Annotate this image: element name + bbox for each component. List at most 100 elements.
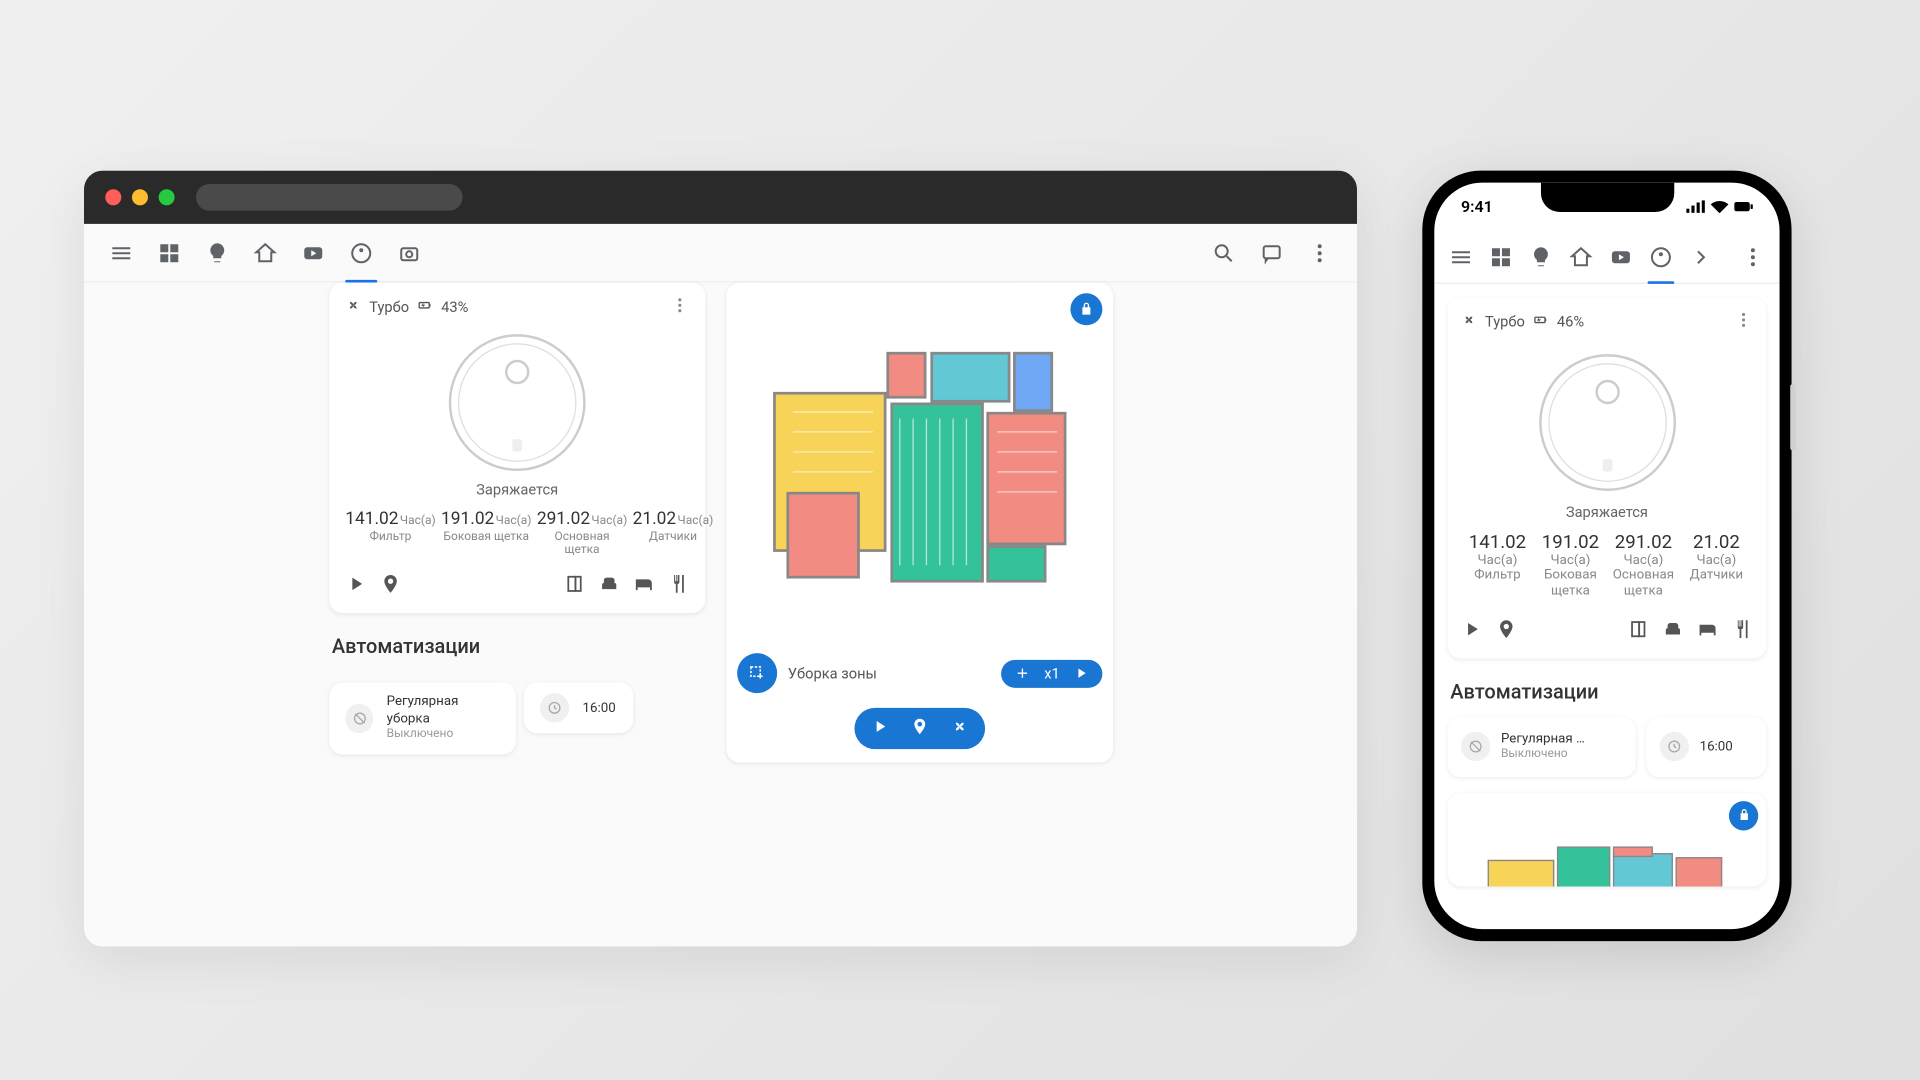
room-door-icon[interactable] — [564, 573, 585, 600]
minimize-window-button[interactable] — [132, 189, 148, 205]
automations-header: Автоматизации — [332, 635, 480, 659]
automation-title: Регулярная уборка — [387, 693, 500, 728]
zone-label: Уборка зоны — [788, 665, 991, 682]
locate-button[interactable] — [1496, 619, 1517, 646]
stat-sensors: 21.02Час(а)Датчики — [633, 509, 714, 557]
stat-filter: 141.02Час(а)Фильтр — [1461, 532, 1534, 600]
automation-regular-clean[interactable]: Регулярная …Выключено — [1448, 717, 1636, 777]
close-window-button[interactable] — [105, 189, 121, 205]
phone-top-nav — [1434, 231, 1779, 284]
status-time: 9:41 — [1461, 197, 1493, 216]
stat-main-brush: 291.02Час(а)Основная щетка — [537, 509, 627, 557]
top-nav — [84, 224, 1357, 283]
menu-icon[interactable] — [1442, 238, 1479, 275]
map-bottom-controls — [854, 708, 985, 749]
robot-illustration — [345, 329, 689, 476]
battery-percent: 46% — [1557, 313, 1584, 330]
video-icon[interactable] — [1602, 238, 1639, 275]
stat-filter: 141.02Час(а)Фильтр — [345, 509, 435, 557]
automation-title: 16:00 — [583, 699, 616, 716]
room-bed-icon[interactable] — [633, 573, 654, 600]
card-more-icon[interactable] — [670, 296, 689, 319]
battery-icon — [1734, 200, 1753, 213]
phone-frame: 9:41 Турбо 46% — [1422, 171, 1791, 941]
dashboard-icon[interactable] — [148, 231, 191, 274]
vacuum-mode: Турбо — [1485, 313, 1525, 330]
battery-icon — [1533, 312, 1549, 332]
zone-select-button[interactable] — [737, 653, 777, 693]
stat-main-brush: 291.02Час(а)Основная щетка — [1607, 532, 1680, 600]
zone-play-button[interactable] — [1073, 665, 1089, 681]
phone-content: Турбо 46% Заряжается 141.02Час(а)Фильтр … — [1434, 284, 1779, 929]
menu-icon[interactable] — [100, 231, 143, 274]
play-button[interactable] — [1461, 619, 1482, 646]
camera-icon[interactable] — [388, 231, 431, 274]
battery-percent: 43% — [441, 299, 468, 316]
vacuum-off-icon — [1461, 732, 1490, 761]
vacuum-card: Турбо 43% Заряжается 141.02Час(а)Фильтр … — [329, 283, 705, 614]
browser-window: Турбо 43% Заряжается 141.02Час(а)Фильтр … — [84, 171, 1357, 947]
idea-icon[interactable] — [196, 231, 239, 274]
vacuum-off-icon — [345, 704, 373, 733]
browser-titlebar — [84, 171, 1357, 224]
room-sofa-icon[interactable] — [599, 573, 620, 600]
room-bed-icon[interactable] — [1697, 619, 1718, 646]
map-fan-button[interactable] — [950, 716, 969, 741]
automation-time[interactable]: 16:00 — [524, 682, 633, 733]
room-kitchen-icon[interactable] — [1732, 619, 1753, 646]
automation-regular-clean[interactable]: Регулярная уборкаВыключено — [329, 682, 516, 754]
idea-icon[interactable] — [1522, 238, 1559, 275]
phone-vacuum-card: Турбо 46% Заряжается 141.02Час(а)Фильтр … — [1448, 297, 1767, 658]
room-sofa-icon[interactable] — [1662, 619, 1683, 646]
vacuum-status: Заряжается — [345, 481, 689, 498]
zone-add-button[interactable] — [1015, 665, 1031, 681]
wifi-icon — [1710, 200, 1729, 213]
room-kitchen-icon[interactable] — [668, 573, 689, 600]
automation-time[interactable]: 16:00 — [1646, 717, 1766, 777]
maximize-window-button[interactable] — [159, 189, 175, 205]
dashboard-icon[interactable] — [1482, 238, 1519, 275]
map-play-button[interactable] — [870, 716, 889, 741]
locate-button[interactable] — [380, 573, 401, 600]
video-icon[interactable] — [292, 231, 335, 274]
chevron-right-icon[interactable] — [1682, 238, 1719, 275]
content-area: Турбо 43% Заряжается 141.02Час(а)Фильтр … — [84, 283, 1357, 947]
robot-illustration — [1461, 349, 1753, 496]
automations-header: Автоматизации — [1450, 680, 1763, 704]
stats-row: 141.02Час(а)Фильтр 191.02Час(а)Боковая щ… — [1461, 532, 1753, 600]
zone-multiplier[interactable]: x1 — [1044, 665, 1060, 682]
search-icon[interactable] — [1202, 231, 1245, 274]
robot-tab-icon[interactable] — [340, 231, 383, 274]
robot-tab-icon[interactable] — [1642, 238, 1679, 275]
battery-icon — [417, 297, 433, 317]
room-door-icon[interactable] — [1628, 619, 1649, 646]
clock-icon — [540, 693, 569, 722]
lock-icon[interactable] — [1729, 801, 1758, 830]
stat-side-brush: 191.02Час(а)Боковая щетка — [1534, 532, 1607, 600]
vacuum-mode: Турбо — [369, 299, 409, 316]
more-icon[interactable] — [1734, 238, 1771, 275]
card-more-icon[interactable] — [1734, 311, 1753, 334]
stat-sensors: 21.02Час(а)Датчики — [1680, 532, 1753, 600]
automation-subtitle: Выключено — [1501, 748, 1585, 764]
automation-subtitle: Выключено — [387, 728, 500, 744]
stat-side-brush: 191.02Час(а)Боковая щетка — [441, 509, 531, 557]
address-bar[interactable] — [196, 184, 463, 211]
fan-icon — [345, 297, 361, 317]
lock-icon[interactable] — [1070, 293, 1102, 325]
clock-icon — [1660, 732, 1689, 761]
phone-notch — [1540, 183, 1673, 212]
fan-icon — [1461, 312, 1477, 332]
play-button[interactable] — [345, 573, 366, 600]
floor-map[interactable] — [773, 339, 1073, 599]
automation-title: Регулярная … — [1501, 730, 1585, 747]
phone-side-button — [1790, 384, 1795, 451]
floor-map-preview — [1488, 846, 1728, 886]
chat-icon[interactable] — [1250, 231, 1293, 274]
more-icon[interactable] — [1298, 231, 1341, 274]
automation-title: 16:00 — [1700, 738, 1733, 755]
home-icon[interactable] — [1562, 238, 1599, 275]
home-icon[interactable] — [244, 231, 287, 274]
map-locate-button[interactable] — [910, 716, 929, 741]
phone-map-card[interactable] — [1448, 793, 1767, 886]
